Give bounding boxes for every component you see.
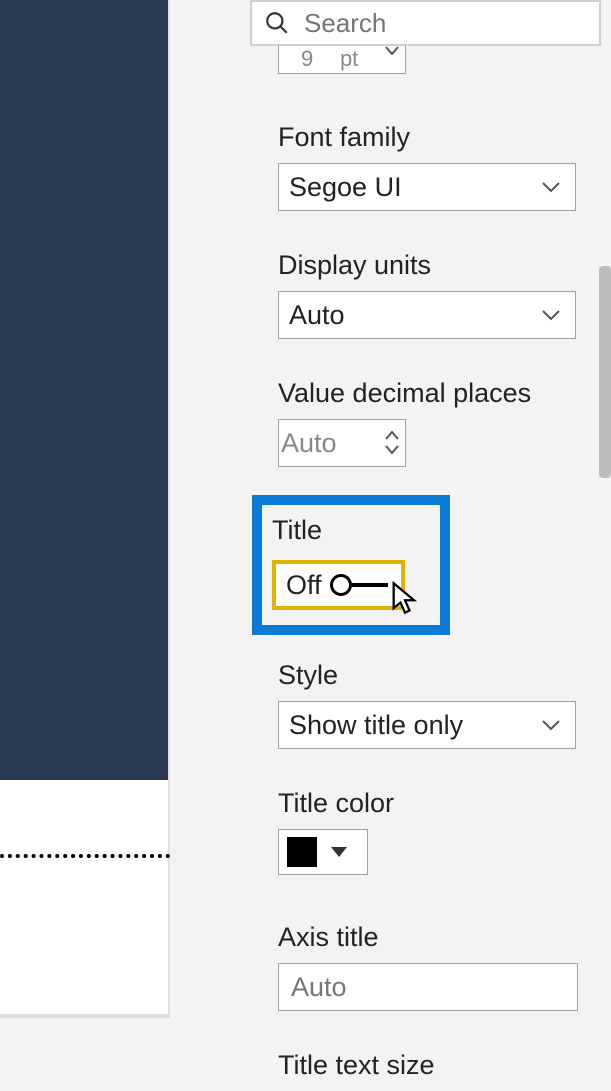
chevron-up-icon xyxy=(385,431,399,441)
style-value: Show title only xyxy=(289,710,463,741)
font-family-select[interactable]: Segoe UI xyxy=(278,163,576,211)
title-toggle-state: Off xyxy=(286,570,322,601)
font-size-unit: pt xyxy=(340,46,358,72)
chevron-down-icon xyxy=(385,445,399,455)
value-decimal-group: Value decimal places Auto xyxy=(278,378,531,467)
search-group[interactable] xyxy=(250,0,601,46)
canvas-boundary xyxy=(0,854,170,858)
font-family-group: Font family Segoe UI xyxy=(278,122,576,211)
font-size-value: 9 xyxy=(301,46,313,72)
font-size-spinner[interactable]: 9 pt xyxy=(278,46,406,74)
font-family-label: Font family xyxy=(278,122,576,153)
search-input[interactable] xyxy=(304,8,611,39)
scrollbar-thumb[interactable] xyxy=(599,266,611,478)
axis-title-label: Axis title xyxy=(278,922,578,953)
chevron-down-icon xyxy=(541,309,561,321)
chevron-down-icon xyxy=(541,719,561,731)
chevron-down-icon xyxy=(541,181,561,193)
toggle-track xyxy=(330,574,388,596)
display-units-select[interactable]: Auto xyxy=(278,291,576,339)
canvas-footer xyxy=(0,1014,170,1018)
display-units-label: Display units xyxy=(278,250,576,281)
axis-title-value: Auto xyxy=(291,972,347,1003)
value-decimal-value: Auto xyxy=(281,428,337,459)
display-units-group: Display units Auto xyxy=(278,250,576,339)
report-visual xyxy=(0,0,168,780)
title-color-label: Title color xyxy=(278,788,394,819)
title-toggle-highlight: Title Off xyxy=(252,495,450,635)
toggle-line xyxy=(352,583,388,587)
axis-title-group: Axis title Auto xyxy=(278,922,578,1011)
axis-title-input[interactable]: Auto xyxy=(278,963,578,1011)
title-toggle[interactable]: Off xyxy=(272,560,405,610)
spinner-arrows[interactable] xyxy=(385,431,399,455)
font-family-value: Segoe UI xyxy=(289,172,402,203)
toggle-knob xyxy=(330,574,352,596)
title-toggle-label: Title xyxy=(272,515,430,546)
title-color-group: Title color xyxy=(278,788,394,875)
title-text-size-label: Title text size xyxy=(278,1050,435,1081)
style-label: Style xyxy=(278,660,576,691)
caret-down-icon xyxy=(331,847,347,857)
value-decimal-spinner[interactable]: Auto xyxy=(278,419,406,467)
color-swatch xyxy=(287,837,317,867)
display-units-value: Auto xyxy=(289,300,345,331)
title-text-size-group: Title text size xyxy=(278,1050,435,1091)
chevron-down-icon xyxy=(385,46,399,56)
title-color-picker[interactable] xyxy=(278,829,368,875)
canvas-area xyxy=(0,0,170,1018)
style-group: Style Show title only xyxy=(278,660,576,749)
value-decimal-label: Value decimal places xyxy=(278,378,531,409)
style-select[interactable]: Show title only xyxy=(278,701,576,749)
search-icon xyxy=(264,9,290,37)
